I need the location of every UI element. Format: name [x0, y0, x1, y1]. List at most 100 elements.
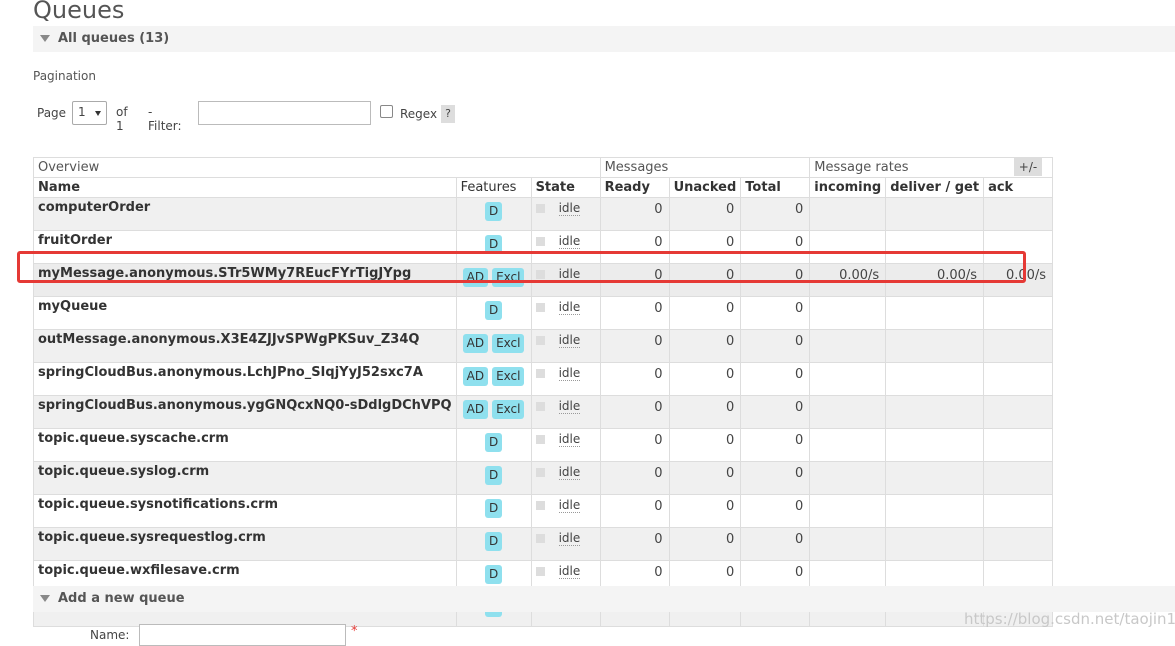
ack-cell: [983, 527, 1054, 561]
filter-input[interactable]: [198, 101, 371, 125]
state-cell: idle: [530, 296, 601, 330]
unacked-cell: 0: [668, 428, 742, 462]
page-select-value: 1: [78, 105, 86, 119]
table-row[interactable]: topic.queue.syslog.crm Didle 0 0 0: [33, 461, 1054, 495]
feature-badge: D: [484, 202, 503, 221]
feature-badge: D: [484, 565, 503, 584]
features-cell: AD Excl: [455, 362, 532, 396]
unacked-cell: 0: [668, 296, 742, 330]
ready-cell: 0: [599, 296, 670, 330]
queue-name-link[interactable]: topic.queue.sysnotifications.crm: [33, 494, 457, 528]
queue-name-link[interactable]: topic.queue.syslog.crm: [33, 461, 457, 495]
page-title: Queues: [33, 0, 125, 24]
column-header-deliver-get[interactable]: deliver / get: [885, 177, 985, 198]
column-header-ack[interactable]: ack: [983, 177, 1054, 198]
add-queue-section-toggle[interactable]: Add a new queue: [33, 586, 1175, 612]
state-indicator-icon: [535, 402, 545, 411]
ack-cell: [983, 461, 1054, 495]
ready-cell: 0: [599, 461, 670, 495]
unacked-cell: 0: [668, 329, 742, 363]
state-indicator-icon: [535, 501, 545, 510]
total-cell: 0: [740, 428, 811, 462]
collapse-triangle-icon: [40, 595, 50, 602]
state-cell: idle: [530, 527, 601, 561]
state-indicator-icon: [535, 534, 545, 543]
state-cell: idle: [530, 428, 601, 462]
unacked-cell: 0: [668, 527, 742, 561]
incoming-cell: [809, 461, 887, 495]
queue-name-link[interactable]: topic.queue.syscache.crm: [33, 428, 457, 462]
total-cell: 0: [740, 197, 811, 231]
total-cell: 0: [740, 362, 811, 396]
state-indicator-icon: [535, 336, 545, 345]
collapse-triangle-icon: [40, 35, 50, 42]
state-text: idle: [558, 498, 581, 513]
feature-badge: AD: [462, 334, 489, 353]
incoming-cell: [809, 296, 887, 330]
table-row[interactable]: myQueue Didle 0 0 0: [33, 296, 1054, 330]
state-indicator-icon: [535, 204, 545, 213]
ack-cell: [983, 329, 1054, 363]
unacked-cell: 0: [668, 461, 742, 495]
feature-badge: AD: [462, 400, 489, 419]
total-cell: 0: [740, 329, 811, 363]
required-mark: *: [351, 624, 358, 639]
queue-name-input[interactable]: [139, 624, 346, 646]
all-queues-label: All queues (13): [58, 31, 170, 46]
queue-name-link[interactable]: computerOrder: [33, 197, 457, 231]
column-header-unacked[interactable]: Unacked: [668, 177, 742, 198]
state-cell: idle: [530, 395, 601, 429]
ready-cell: 0: [599, 494, 670, 528]
group-messages: Messages: [599, 157, 811, 178]
column-header-name[interactable]: Name: [33, 177, 457, 198]
unacked-cell: 0: [668, 362, 742, 396]
table-row[interactable]: topic.queue.sysrequestlog.crm Didle 0 0 0: [33, 527, 1054, 561]
column-header-state[interactable]: State: [530, 177, 601, 198]
table-row[interactable]: computerOrder Didle 0 0 0: [33, 197, 1054, 231]
features-cell: D: [455, 494, 532, 528]
queue-name-link[interactable]: topic.queue.sysrequestlog.crm: [33, 527, 457, 561]
ready-cell: 0: [599, 395, 670, 429]
regex-help-button[interactable]: ?: [441, 105, 455, 123]
ready-cell: 0: [599, 428, 670, 462]
incoming-cell: [809, 362, 887, 396]
incoming-cell: [809, 395, 887, 429]
column-header-incoming[interactable]: incoming: [809, 177, 887, 198]
state-text: idle: [558, 333, 581, 348]
page-select[interactable]: 1: [72, 101, 107, 125]
queue-name-link[interactable]: myQueue: [33, 296, 457, 330]
incoming-cell: [809, 494, 887, 528]
column-header-ready[interactable]: Ready: [599, 177, 670, 198]
feature-badge: Excl: [492, 334, 525, 353]
table-row[interactable]: springCloudBus.anonymous.ygGNQcxNQ0-sDdl…: [33, 395, 1054, 429]
all-queues-section-toggle[interactable]: All queues (13): [33, 26, 1175, 52]
column-header-total[interactable]: Total: [740, 177, 811, 198]
state-indicator-icon: [535, 468, 545, 477]
feature-badge: AD: [462, 367, 489, 386]
incoming-cell: [809, 428, 887, 462]
deliver-get-cell: [885, 494, 985, 528]
table-row[interactable]: outMessage.anonymous.X3E4ZJJvSPWgPKSuv_Z…: [33, 329, 1054, 363]
queue-name-link[interactable]: outMessage.anonymous.X3E4ZJJvSPWgPKSuv_Z…: [33, 329, 457, 363]
column-header-features: Features: [455, 177, 532, 198]
table-row[interactable]: springCloudBus.anonymous.LchJPno_SIqjYyJ…: [33, 362, 1054, 396]
page-count-label: of 1: [116, 105, 128, 133]
state-text: idle: [558, 201, 581, 216]
ready-cell: 0: [599, 527, 670, 561]
table-row[interactable]: topic.queue.syscache.crm Didle 0 0 0: [33, 428, 1054, 462]
ready-cell: 0: [599, 362, 670, 396]
state-indicator-icon: [535, 237, 545, 246]
group-overview: Overview: [33, 157, 601, 178]
ack-cell: [983, 395, 1054, 429]
queue-name-link[interactable]: springCloudBus.anonymous.LchJPno_SIqjYyJ…: [33, 362, 457, 396]
watermark: https://blog.csdn.net/taojin12: [964, 610, 1175, 628]
regex-checkbox[interactable]: [380, 105, 393, 118]
pagination-label: Pagination: [33, 69, 96, 83]
columns-toggle-button[interactable]: +/-: [1014, 158, 1042, 176]
queue-name-link[interactable]: springCloudBus.anonymous.ygGNQcxNQ0-sDdl…: [33, 395, 457, 429]
feature-badge: D: [484, 301, 503, 320]
state-cell: idle: [530, 329, 601, 363]
ack-cell: [983, 494, 1054, 528]
table-row[interactable]: topic.queue.sysnotifications.crm Didle 0 0 0: [33, 494, 1054, 528]
features-cell: AD Excl: [455, 329, 532, 363]
